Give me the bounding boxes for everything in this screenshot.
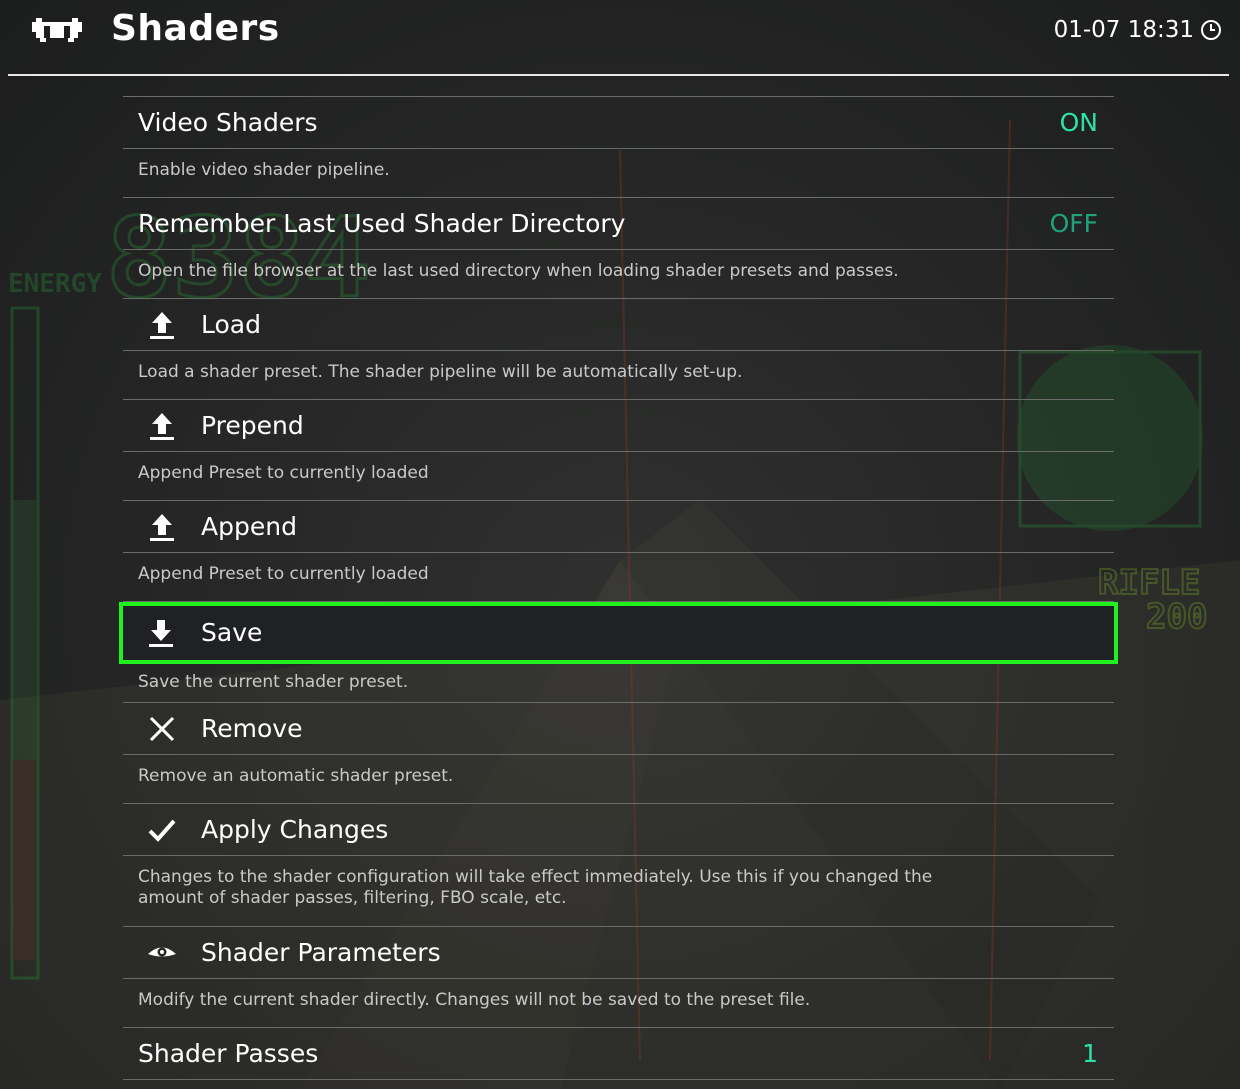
menu-item-label: Shader Passes	[138, 1039, 319, 1068]
checkmark-icon	[148, 819, 176, 842]
menu-item-row[interactable]: Prepend	[123, 400, 1114, 452]
menu-item-description: Open the file browser at the last used d…	[138, 261, 899, 281]
menu-item-label: Remember Last Used Shader Directory	[138, 209, 626, 238]
menu-item-row-selected[interactable]: Save	[119, 602, 1118, 664]
menu-item-remember-directory[interactable]: Remember Last Used Shader Directory OFF …	[123, 197, 1114, 298]
menu-item-label: Video Shaders	[138, 108, 318, 137]
menu-item-row[interactable]: Shader Parameters	[123, 927, 1114, 979]
menu-item-label: Remove	[201, 714, 303, 743]
menu-item-label: Prepend	[201, 411, 304, 440]
toggle-value[interactable]: OFF	[1050, 206, 1098, 242]
download-icon	[149, 620, 173, 647]
clock-text: 01-07 18:31	[1053, 17, 1194, 43]
menu-item-description: Load a shader preset. The shader pipelin…	[138, 362, 743, 382]
menu-item-prepend[interactable]: Prepend Append Preset to currently loade…	[123, 399, 1114, 500]
menu-item-label: Load	[201, 310, 261, 339]
menu-item-shader-passes[interactable]: Shader Passes 1	[123, 1027, 1114, 1081]
menu-item-description: Save the current shader preset.	[138, 672, 409, 692]
retroarch-logo-icon	[32, 18, 82, 42]
menu-item-description: Remove an automatic shader preset.	[138, 766, 454, 786]
menu-item-apply-changes[interactable]: Apply Changes Changes to the shader conf…	[123, 803, 1114, 926]
menu-item-video-shaders[interactable]: Video Shaders ON Enable video shader pip…	[123, 96, 1114, 197]
menu-item-save[interactable]: Save Save the current shader preset.	[119, 601, 1118, 702]
menu-item-description: Changes to the shader configuration will…	[138, 867, 933, 908]
menu-item-append[interactable]: Append Append Preset to currently loaded	[123, 500, 1114, 601]
hud-ammo: 200	[1146, 597, 1207, 637]
close-icon	[149, 716, 175, 742]
menu-item-remove[interactable]: Remove Remove an automatic shader preset…	[123, 702, 1114, 803]
menu-item-description: Append Preset to currently loaded	[138, 463, 429, 483]
shaders-screen: ENERGY 8384 RIFLE 200 Shaders 01-07 18:3…	[0, 0, 1240, 1089]
menu-item-label: Save	[201, 618, 263, 647]
menu-item-description: Append Preset to currently loaded	[138, 564, 429, 584]
menu-item-description: Enable video shader pipeline.	[138, 160, 390, 180]
eye-icon	[148, 947, 176, 957]
clock-icon	[1201, 20, 1221, 40]
hud-energy-label: ENERGY	[8, 269, 102, 299]
menu-item-description: Modify the current shader directly. Chan…	[138, 990, 811, 1010]
menu-item-row[interactable]: Append	[123, 501, 1114, 553]
menu-item-label: Shader Parameters	[201, 938, 441, 967]
menu-item-row[interactable]: Remember Last Used Shader Directory OFF	[123, 198, 1114, 250]
menu-item-label: Apply Changes	[201, 815, 389, 844]
shader-menu-list: Video Shaders ON Enable video shader pip…	[119, 96, 1118, 1081]
clock: 01-07 18:31	[1054, 14, 1222, 46]
menu-item-row[interactable]: Video Shaders ON	[123, 97, 1114, 149]
passes-value[interactable]: 1	[1082, 1036, 1098, 1072]
upload-icon	[150, 413, 174, 440]
header-divider	[8, 74, 1229, 76]
upload-icon	[150, 514, 174, 541]
menu-item-row[interactable]: Apply Changes	[123, 804, 1114, 856]
toggle-value[interactable]: ON	[1060, 105, 1098, 141]
menu-item-shader-parameters[interactable]: Shader Parameters Modify the current sha…	[123, 926, 1114, 1027]
menu-item-row[interactable]: Shader Passes 1	[123, 1028, 1114, 1080]
page-title: Shaders	[111, 8, 280, 49]
header: Shaders 01-07 18:31	[0, 0, 1240, 76]
menu-item-label: Append	[201, 512, 297, 541]
menu-item-load[interactable]: Load Load a shader preset. The shader pi…	[123, 298, 1114, 399]
menu-item-row[interactable]: Load	[123, 299, 1114, 351]
menu-item-row[interactable]: Remove	[123, 703, 1114, 755]
upload-icon	[150, 312, 174, 339]
